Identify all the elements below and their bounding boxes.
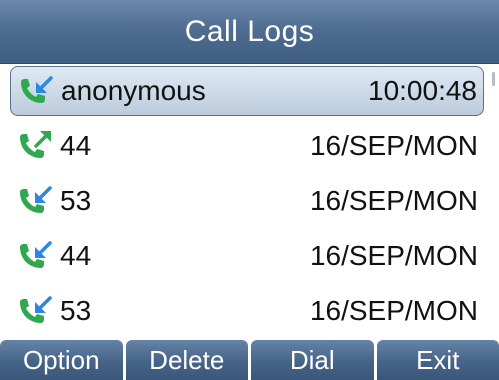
softkey-bar: Option Delete Dial Exit: [0, 340, 499, 380]
received-call-icon: [20, 241, 52, 268]
call-log-list: anonymous 10:00:48 44 16/SEP/MON 53 16/S…: [0, 64, 499, 340]
call-date: 16/SEP/MON: [309, 185, 478, 216]
delete-button[interactable]: Delete: [125, 340, 248, 380]
call-date: 16/SEP/MON: [309, 295, 478, 326]
caller-number: 44: [60, 240, 92, 271]
received-call-icon: [21, 76, 53, 103]
received-call-icon: [20, 296, 52, 323]
caller-number: anonymous: [61, 75, 206, 106]
call-date: 16/SEP/MON: [309, 240, 478, 271]
call-log-item[interactable]: 53 16/SEP/MON: [10, 286, 484, 336]
page-title: Call Logs: [184, 15, 315, 48]
caller-number: 53: [60, 295, 92, 326]
received-call-icon: [20, 186, 52, 213]
dialed-call-icon: [20, 131, 51, 158]
call-log-item[interactable]: 53 16/SEP/MON: [10, 176, 484, 226]
option-button[interactable]: Option: [0, 340, 123, 380]
call-time: 10:00:48: [368, 75, 477, 106]
call-date: 16/SEP/MON: [309, 130, 478, 161]
call-log-item[interactable]: 44 16/SEP/MON: [10, 231, 484, 281]
exit-button[interactable]: Exit: [376, 340, 499, 380]
caller-number: 44: [60, 130, 92, 161]
dial-button[interactable]: Dial: [251, 340, 374, 380]
title-bar: Call Logs: [0, 0, 499, 64]
caller-number: 53: [60, 185, 92, 216]
call-log-item[interactable]: 44 16/SEP/MON: [10, 121, 484, 171]
call-log-item[interactable]: anonymous 10:00:48: [10, 66, 484, 116]
list-scrollbar[interactable]: [491, 68, 497, 340]
scrollbar-thumb[interactable]: [492, 72, 495, 86]
